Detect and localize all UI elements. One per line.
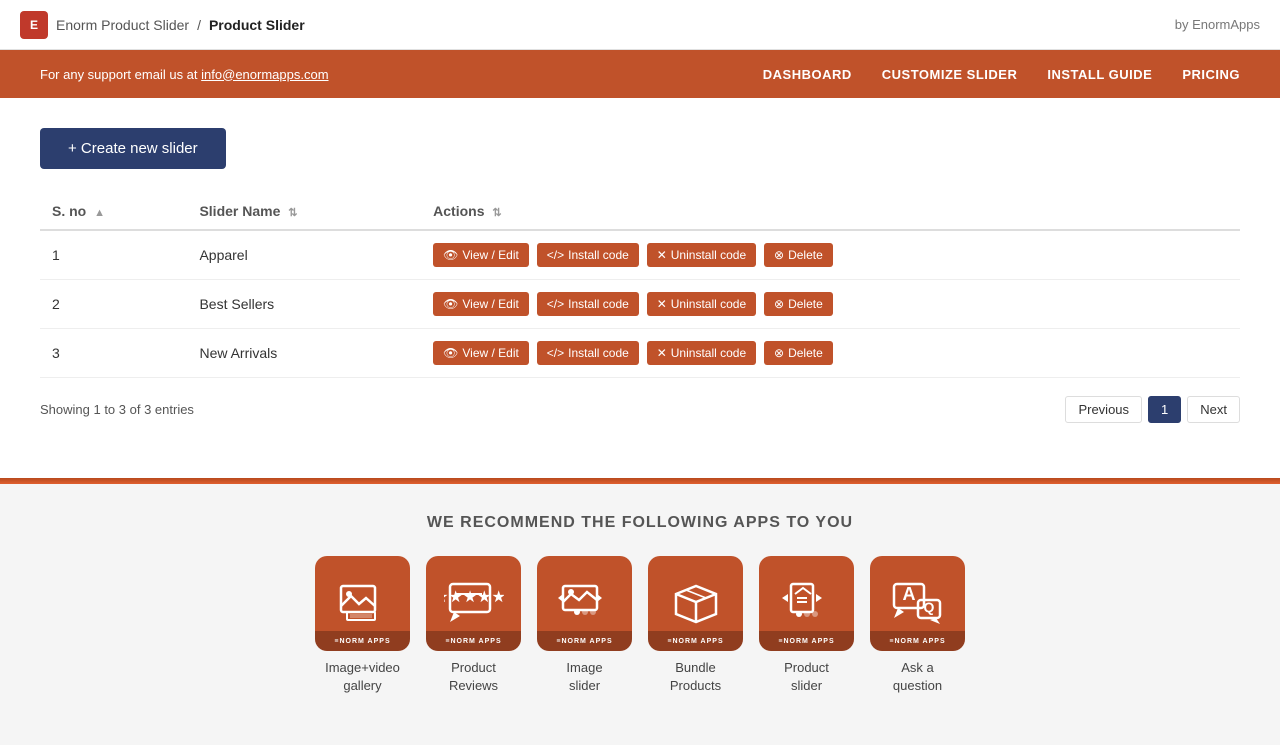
delete-icon: ⊗	[774, 297, 784, 311]
x-icon: ✕	[657, 346, 667, 360]
app-label-1: Image+videogallery	[325, 659, 400, 695]
page-name: Product Slider	[209, 17, 305, 33]
row-sno: 3	[40, 329, 187, 378]
uninstall-code-button-1[interactable]: ✕ Uninstall code	[647, 243, 756, 267]
install-code-button-2[interactable]: </> Install code	[537, 292, 639, 316]
pagination-showing: Showing 1 to 3 of 3 entries	[40, 402, 194, 417]
sort-icon-name: ⇅	[288, 206, 297, 219]
bundle-products-icon: ≡NORM APPS	[648, 556, 743, 651]
app-label-2: ProductReviews	[449, 659, 498, 695]
row-actions: 👁 View / Edit </> Install code ✕ Uninsta…	[421, 280, 1240, 329]
enorm-badge-2: ≡NORM APPS	[426, 631, 521, 651]
col-name[interactable]: Slider Name ⇅	[187, 193, 421, 230]
code-icon: </>	[547, 297, 564, 311]
page-1-button[interactable]: 1	[1148, 396, 1181, 423]
support-text: For any support email us at info@enormap…	[40, 67, 329, 82]
row-name: Apparel	[187, 230, 421, 280]
nav-customize[interactable]: CUSTOMIZE SLIDER	[882, 67, 1018, 82]
breadcrumb-separator: /	[197, 17, 201, 33]
enorm-badge-5: ≡NORM APPS	[759, 631, 854, 651]
pagination-controls: Previous 1 Next	[1065, 396, 1240, 423]
svg-text:Q: Q	[923, 599, 934, 615]
app-label-4: BundleProducts	[670, 659, 721, 695]
svg-text:A: A	[902, 584, 915, 604]
enorm-badge-6: ≡NORM APPS	[870, 631, 965, 651]
delete-icon: ⊗	[774, 248, 784, 262]
next-button[interactable]: Next	[1187, 396, 1240, 423]
enorm-badge-3: ≡NORM APPS	[537, 631, 632, 651]
create-slider-button[interactable]: + Create new slider	[40, 128, 226, 169]
x-icon: ✕	[657, 248, 667, 262]
install-code-button-1[interactable]: </> Install code	[537, 243, 639, 267]
nav-pricing[interactable]: PRICING	[1182, 67, 1240, 82]
row-sno: 2	[40, 280, 187, 329]
nav-bar: For any support email us at info@enormap…	[0, 50, 1280, 98]
product-reviews-icon: ★★★★★ ≡NORM APPS	[426, 556, 521, 651]
enorm-badge-4: ≡NORM APPS	[648, 631, 743, 651]
nav-links: DASHBOARD CUSTOMIZE SLIDER INSTALL GUIDE…	[763, 67, 1240, 82]
delete-button-1[interactable]: ⊗ Delete	[764, 243, 833, 267]
eye-icon: 👁	[443, 297, 458, 311]
image-slider-icon: ≡NORM APPS	[537, 556, 632, 651]
main-content: + Create new slider S. no ▲ Slider Name …	[0, 98, 1280, 478]
eye-icon: 👁	[443, 248, 458, 262]
delete-button-2[interactable]: ⊗ Delete	[764, 292, 833, 316]
slider-table: S. no ▲ Slider Name ⇅ Actions ⇅ 1 Appare…	[40, 193, 1240, 378]
ask-question-icon: A Q ≡NORM APPS	[870, 556, 965, 651]
app-name: Enorm Product Slider	[56, 17, 189, 33]
row-sno: 1	[40, 230, 187, 280]
app-card-bundle-products[interactable]: ≡NORM APPS BundleProducts	[648, 556, 743, 695]
previous-button[interactable]: Previous	[1065, 396, 1142, 423]
nav-install[interactable]: INSTALL GUIDE	[1047, 67, 1152, 82]
product-slider-icon: ≡NORM APPS	[759, 556, 854, 651]
svg-text:★★★★★: ★★★★★	[444, 589, 504, 606]
app-card-product-slider[interactable]: ≡NORM APPS Productslider	[759, 556, 854, 695]
app-label-3: Imageslider	[566, 659, 602, 695]
by-label: by EnormApps	[1175, 17, 1260, 32]
breadcrumb: E Enorm Product Slider / Product Slider	[20, 11, 305, 39]
table-row: 3 New Arrivals 👁 View / Edit </> Install…	[40, 329, 1240, 378]
delete-icon: ⊗	[774, 346, 784, 360]
x-icon: ✕	[657, 297, 667, 311]
table-row: 2 Best Sellers 👁 View / Edit </> Install…	[40, 280, 1240, 329]
row-name: Best Sellers	[187, 280, 421, 329]
app-card-ask-question[interactable]: A Q ≡NORM APPS Ask aquestion	[870, 556, 965, 695]
recommend-title: WE RECOMMEND THE FOLLOWING APPS TO YOU	[40, 514, 1240, 532]
app-icons-row: ≡NORM APPS Image+videogallery ★★★★★ ≡NOR…	[40, 556, 1240, 695]
view-edit-button-1[interactable]: 👁 View / Edit	[433, 243, 529, 267]
view-edit-button-2[interactable]: 👁 View / Edit	[433, 292, 529, 316]
sort-icon-actions: ⇅	[492, 206, 501, 219]
col-actions: Actions ⇅	[421, 193, 1240, 230]
row-actions: 👁 View / Edit </> Install code ✕ Uninsta…	[421, 329, 1240, 378]
col-sno[interactable]: S. no ▲	[40, 193, 187, 230]
sort-icon-sno: ▲	[94, 207, 105, 219]
app-label-6: Ask aquestion	[893, 659, 942, 695]
image-video-gallery-icon: ≡NORM APPS	[315, 556, 410, 651]
app-card-image-slider[interactable]: ≡NORM APPS Imageslider	[537, 556, 632, 695]
install-code-button-3[interactable]: </> Install code	[537, 341, 639, 365]
view-edit-button-3[interactable]: 👁 View / Edit	[433, 341, 529, 365]
app-label-5: Productslider	[784, 659, 829, 695]
nav-dashboard[interactable]: DASHBOARD	[763, 67, 852, 82]
row-name: New Arrivals	[187, 329, 421, 378]
recommendations-section: WE RECOMMEND THE FOLLOWING APPS TO YOU ≡…	[0, 484, 1280, 745]
code-icon: </>	[547, 248, 564, 262]
app-logo-icon: E	[20, 11, 48, 39]
uninstall-code-button-2[interactable]: ✕ Uninstall code	[647, 292, 756, 316]
delete-button-3[interactable]: ⊗ Delete	[764, 341, 833, 365]
support-email-link[interactable]: info@enormapps.com	[201, 67, 328, 82]
table-row: 1 Apparel 👁 View / Edit </> Install code…	[40, 230, 1240, 280]
row-actions: 👁 View / Edit </> Install code ✕ Uninsta…	[421, 230, 1240, 280]
app-card-product-reviews[interactable]: ★★★★★ ≡NORM APPS ProductReviews	[426, 556, 521, 695]
top-bar: E Enorm Product Slider / Product Slider …	[0, 0, 1280, 50]
pagination: Showing 1 to 3 of 3 entries Previous 1 N…	[40, 396, 1240, 423]
enorm-badge-1: ≡NORM APPS	[315, 631, 410, 651]
code-icon: </>	[547, 346, 564, 360]
app-card-image-gallery[interactable]: ≡NORM APPS Image+videogallery	[315, 556, 410, 695]
eye-icon: 👁	[443, 346, 458, 360]
uninstall-code-button-3[interactable]: ✕ Uninstall code	[647, 341, 756, 365]
